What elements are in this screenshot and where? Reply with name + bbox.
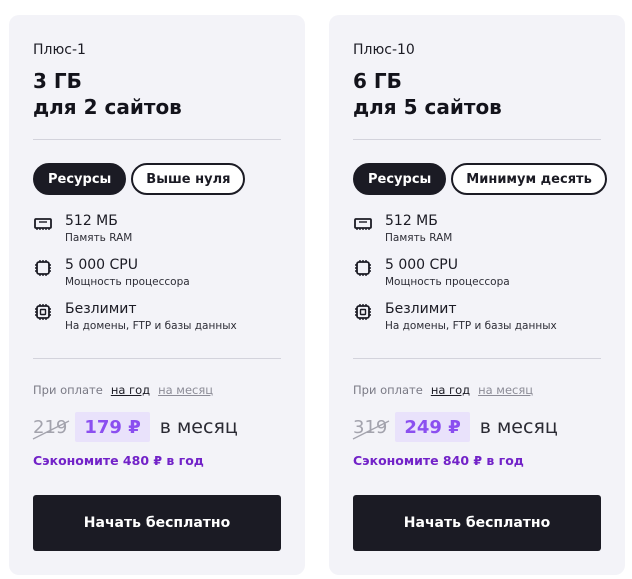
old-price: 319: [352, 417, 390, 440]
price-row: 319 249 ₽ в месяц: [352, 412, 558, 442]
ram-icon: [34, 218, 52, 230]
feature-sub: Память RAM: [385, 232, 453, 244]
feature-main: 512 МБ: [385, 213, 438, 229]
price-row: 219 179 ₽ в месяц: [32, 412, 238, 442]
start-free-button[interactable]: Начать бесплатно: [33, 495, 281, 551]
feature-sub: На домены, FTP и базы данных: [385, 320, 557, 332]
feature-main: Безлимит: [65, 301, 137, 317]
divider: [353, 139, 601, 140]
plan-name: Плюс-1: [33, 42, 86, 58]
current-price: 249 ₽: [395, 412, 470, 442]
tab-resources[interactable]: Ресурсы: [353, 163, 447, 195]
feature-cpu: 5 000 CPU Мощность процессора: [353, 257, 510, 289]
tab-above-zero[interactable]: Выше нуля: [131, 163, 246, 195]
feature-unlimited: Безлимит На домены, FTP и базы данных: [33, 301, 237, 333]
current-price: 179 ₽: [75, 412, 150, 442]
feature-sub: Мощность процессора: [65, 276, 190, 288]
payment-prefix: При оплате: [353, 383, 423, 397]
start-free-button[interactable]: Начать бесплатно: [353, 495, 601, 551]
savings-text: Сэкономите 840 ₽ в год: [353, 453, 524, 468]
feature-ram: 512 МБ Память RAM: [33, 213, 132, 245]
plan-card-plus-10: Плюс-10 6 ГБ для 5 сайтов Ресурсы Миниму…: [329, 15, 625, 575]
price-period: в месяц: [159, 416, 238, 438]
feature-main: Безлимит: [385, 301, 457, 317]
feature-main: 5 000 CPU: [385, 257, 458, 273]
feature-sub: На домены, FTP и базы данных: [65, 320, 237, 332]
cpu-icon: [355, 260, 371, 276]
divider: [33, 358, 281, 359]
divider: [33, 139, 281, 140]
feature-main: 5 000 CPU: [65, 257, 138, 273]
chip-icon: [35, 304, 51, 320]
price-period: в месяц: [479, 416, 558, 438]
payment-period-selector: При оплате на год на месяц: [353, 383, 533, 397]
feature-sub: Мощность процессора: [385, 276, 510, 288]
payment-prefix: При оплате: [33, 383, 103, 397]
plan-storage: 3 ГБ: [33, 69, 82, 93]
strikethrough-line: [352, 419, 390, 440]
savings-text: Сэкономите 480 ₽ в год: [33, 453, 204, 468]
plan-sites: для 5 сайтов: [353, 95, 502, 119]
strikethrough-line: [32, 419, 70, 440]
ram-icon: [354, 218, 372, 230]
chip-icon: [355, 304, 371, 320]
feature-cpu: 5 000 CPU Мощность процессора: [33, 257, 190, 289]
tab-resources[interactable]: Ресурсы: [33, 163, 127, 195]
tab-group: Ресурсы Выше нуля: [33, 163, 246, 195]
feature-ram: 512 МБ Память RAM: [353, 213, 452, 245]
plan-card-plus-1: Плюс-1 3 ГБ для 2 сайтов Ресурсы Выше ну…: [9, 15, 305, 575]
plan-title: 6 ГБ для 5 сайтов: [353, 68, 502, 120]
plan-sites: для 2 сайтов: [33, 95, 182, 119]
payment-period-selector: При оплате на год на месяц: [33, 383, 213, 397]
feature-unlimited: Безлимит На домены, FTP и базы данных: [353, 301, 557, 333]
plan-name: Плюс-10: [353, 42, 415, 58]
feature-main: 512 МБ: [65, 213, 118, 229]
old-price: 219: [32, 417, 70, 440]
plan-storage: 6 ГБ: [353, 69, 402, 93]
cpu-icon: [35, 260, 51, 276]
tab-minimum-ten[interactable]: Минимум десять: [451, 163, 607, 195]
divider: [353, 358, 601, 359]
payment-option-month[interactable]: на месяц: [158, 383, 213, 397]
feature-sub: Память RAM: [65, 232, 133, 244]
payment-option-year[interactable]: на год: [111, 383, 150, 397]
plan-title: 3 ГБ для 2 сайтов: [33, 68, 182, 120]
tab-group: Ресурсы Минимум десять: [353, 163, 607, 195]
payment-option-year[interactable]: на год: [431, 383, 470, 397]
payment-option-month[interactable]: на месяц: [478, 383, 533, 397]
